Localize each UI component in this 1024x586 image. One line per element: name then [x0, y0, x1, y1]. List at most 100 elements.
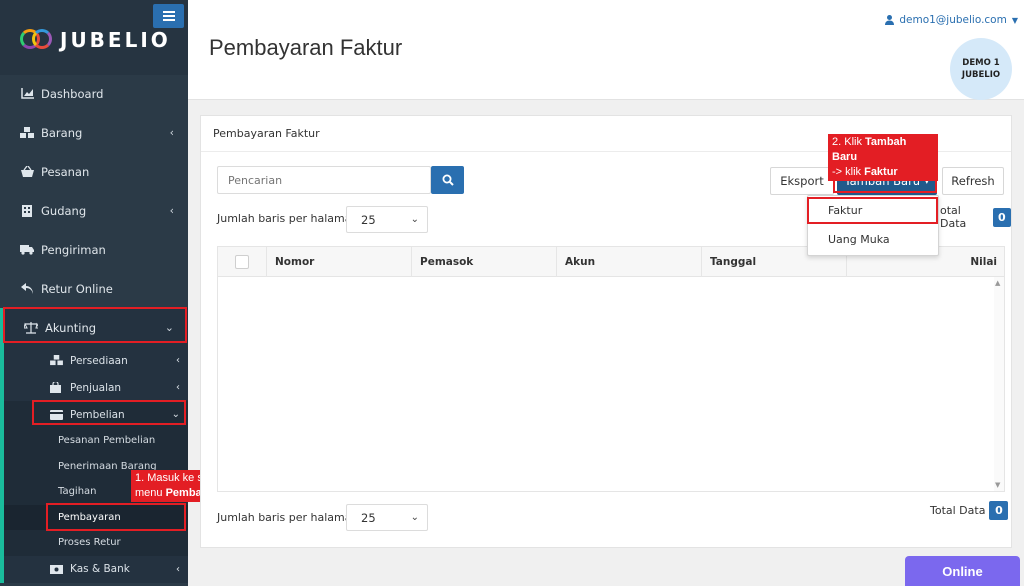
scroll-down-icon[interactable]: ▼ — [995, 481, 1000, 489]
sidebar-item-label: Barang — [41, 125, 83, 140]
page-title: Pembayaran Faktur — [209, 35, 403, 60]
sidebar-item-barang[interactable]: Barang ‹ — [0, 113, 188, 152]
logo-text: JUBELIO — [60, 28, 171, 52]
hamburger-icon — [162, 11, 175, 21]
total-data-bottom: Total Data 0 — [930, 501, 1009, 520]
total-data-top: otal Data 0 — [940, 204, 1011, 230]
sidebar-item-label: Proses Retur — [58, 537, 121, 549]
menu-item-uang-muka[interactable]: Uang Muka — [808, 225, 938, 254]
menu-toggle-button[interactable] — [153, 4, 184, 28]
user-menu[interactable]: demo1@jubelio.com ▼ — [885, 14, 1018, 26]
sidebar-item-proses-retur[interactable]: Proses Retur — [4, 530, 188, 556]
search-icon — [442, 174, 454, 186]
sidebar-item-gudang[interactable]: Gudang ‹ — [0, 191, 188, 230]
sidebar-item-persediaan[interactable]: Persediaan ‹ — [4, 347, 188, 374]
sidebar-item-label: Penjualan — [70, 381, 122, 394]
column-label: Nilai — [970, 256, 997, 268]
user-icon — [885, 15, 895, 25]
highlight-pembelian — [32, 400, 186, 425]
search-button[interactable] — [431, 166, 464, 194]
reply-icon — [20, 283, 34, 295]
annotation-text: -> klik — [832, 166, 865, 178]
button-label: Eksport — [780, 174, 824, 188]
chat-label: Online — [942, 563, 983, 579]
truck-icon — [20, 244, 34, 256]
sidebar-item-pesanan[interactable]: Pesanan — [0, 152, 188, 191]
chevron-left-icon: ‹ — [176, 382, 180, 393]
chart-icon — [20, 88, 34, 100]
column-header-pemasok[interactable]: Pemasok — [411, 247, 556, 277]
akunting-group: Akunting ⌄ Persediaan ‹ Penjualan ‹ Pemb… — [0, 308, 188, 583]
sidebar-item-dashboard[interactable]: Dashboard — [0, 74, 188, 113]
highlight-pembayaran — [46, 503, 186, 531]
sidebar-item-label: Pengiriman — [41, 242, 106, 257]
chevron-down-icon: ⌄ — [410, 214, 419, 225]
sidebar-item-label: Kas & Bank — [70, 563, 130, 575]
column-header-akun[interactable]: Akun — [556, 247, 701, 277]
button-label: Refresh — [951, 174, 995, 188]
export-button[interactable]: Eksport — [770, 167, 834, 195]
total-badge: 0 — [992, 207, 1011, 227]
refresh-button[interactable]: Refresh — [942, 167, 1004, 195]
highlight-faktur — [807, 197, 938, 224]
sidebar-item-label: Pesanan — [41, 164, 90, 179]
scroll-up-icon[interactable]: ▲ — [995, 279, 1000, 287]
card-title: Pembayaran Faktur — [213, 127, 320, 140]
select-all-checkbox[interactable] — [235, 255, 249, 269]
basket-icon — [20, 166, 34, 178]
cubes-icon — [50, 355, 63, 366]
caret-down-icon: ▼ — [1011, 15, 1018, 25]
user-email: demo1@jubelio.com — [899, 14, 1007, 26]
building-icon — [20, 204, 34, 217]
total-label: otal Data — [940, 204, 967, 230]
sidebar-item-label: Retur Online — [41, 281, 113, 296]
data-table: Nomor Pemasok Akun Tanggal Nilai ▲ ▼ — [217, 246, 1005, 492]
chevron-left-icon: ‹ — [176, 355, 180, 366]
top-header: Pembayaran Faktur demo1@jubelio.com ▼ DE… — [188, 0, 1024, 100]
money-icon — [50, 564, 63, 575]
column-header-nomor[interactable]: Nomor — [266, 247, 411, 277]
sidebar-item-kas-bank[interactable]: Kas & Bank ‹ — [4, 556, 188, 583]
rows-per-page-select-bottom[interactable]: 25 ⌄ — [346, 504, 428, 531]
total-label: Total Data — [930, 504, 986, 517]
avatar-line: JUBELIO — [961, 70, 1001, 80]
logo[interactable]: JUBELIO — [20, 28, 171, 52]
menu-item-label: Uang Muka — [828, 233, 890, 246]
chevron-left-icon: ‹ — [176, 563, 180, 575]
sidebar-item-label: Pesanan Pembelian — [58, 435, 156, 447]
chevron-down-icon: ⌄ — [410, 512, 419, 523]
rows-per-page-label: Jumlah baris per halaman — [217, 212, 359, 225]
sidebar-item-label: Gudang — [41, 203, 87, 218]
annotation-text: menu — [135, 487, 166, 499]
annotation-step-2: 2. Klik Tambah Baru -> klik Faktur — [828, 134, 938, 181]
sidebar-item-label: Persediaan — [70, 354, 128, 367]
sidebar-item-label: Tagihan — [58, 486, 97, 498]
column-label: Tanggal — [710, 256, 757, 268]
sidebar-item-pesanan-pembelian[interactable]: Pesanan Pembelian — [4, 428, 188, 454]
annotation-bold: Faktur — [864, 166, 898, 178]
online-chat-button[interactable]: Online — [905, 556, 1020, 586]
column-label: Nomor — [275, 256, 315, 268]
shopping-bag-icon — [50, 382, 63, 393]
sidebar-item-label: Dashboard — [41, 86, 104, 101]
search-input[interactable] — [217, 166, 431, 194]
rows-per-page-label-bottom: Jumlah baris per halaman — [217, 511, 359, 524]
table-scrollbar[interactable]: ▲ ▼ — [994, 277, 1004, 491]
annotation-text: 2. Klik — [832, 136, 866, 148]
highlight-akunting — [3, 307, 187, 343]
chevron-left-icon: ‹ — [169, 126, 174, 139]
column-label: Akun — [565, 256, 596, 268]
avatar-line: DEMO 1 — [962, 58, 1000, 68]
logo-icon — [20, 29, 54, 51]
sidebar-item-retur-online[interactable]: Retur Online — [0, 269, 188, 308]
select-value: 25 — [361, 510, 376, 525]
column-label: Pemasok — [420, 256, 474, 268]
rows-per-page-select[interactable]: 25 ⌄ — [346, 206, 428, 233]
select-value: 25 — [361, 212, 376, 227]
total-badge: 0 — [989, 501, 1009, 520]
cubes-icon — [20, 126, 34, 139]
avatar[interactable]: DEMO 1 JUBELIO — [950, 38, 1012, 100]
sidebar-item-penjualan[interactable]: Penjualan ‹ — [4, 374, 188, 401]
sidebar-item-pengiriman[interactable]: Pengiriman — [0, 230, 188, 269]
chevron-left-icon: ‹ — [169, 204, 174, 217]
